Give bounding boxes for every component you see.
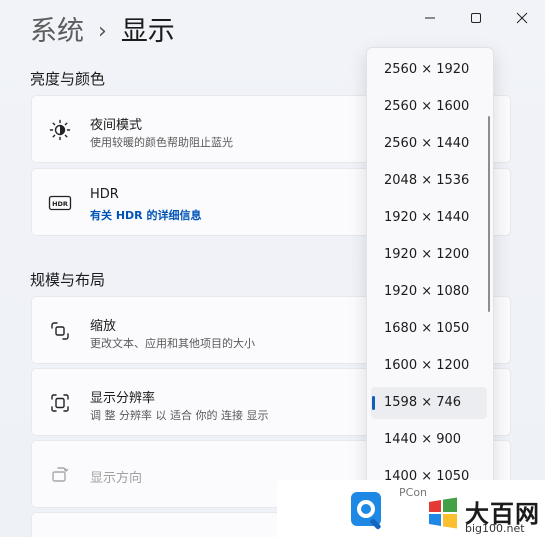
magnifier-logo-icon — [351, 492, 381, 530]
close-icon — [516, 12, 528, 24]
breadcrumb-separator-icon: › — [98, 19, 107, 44]
night-light-subtitle: 使用较暖的颜色帮助阻止蓝光 — [90, 136, 233, 149]
resolution-option[interactable]: 1920 × 1440 — [371, 202, 487, 234]
resolution-option-selected[interactable]: 1598 × 746 — [371, 387, 487, 419]
window-controls — [407, 0, 545, 36]
maximize-button[interactable] — [453, 0, 499, 36]
windows-logo-icon — [429, 497, 457, 529]
watermark: PCon 大百网 big100.net — [277, 480, 545, 537]
resolution-option[interactable]: 1600 × 1200 — [371, 350, 487, 382]
resolution-option[interactable]: 2560 × 1920 — [371, 54, 487, 86]
scale-title: 缩放 — [90, 319, 117, 334]
section-title-scale-layout: 规模与布局 — [30, 271, 106, 289]
resolution-option[interactable]: 1680 × 1050 — [371, 313, 487, 345]
scale-subtitle: 更改文本、应用和其他项目的大小 — [90, 337, 255, 350]
resolution-icon — [48, 391, 72, 415]
resolution-option[interactable]: 2048 × 1536 — [371, 165, 487, 197]
resolution-dropdown[interactable]: 2560 × 1920 2560 × 1600 2560 × 1440 2048… — [366, 47, 494, 537]
hdr-info-link[interactable]: 有关 HDR 的详细信息 — [90, 207, 201, 223]
resolution-title: 显示分辨率 — [90, 391, 156, 406]
resolution-option[interactable]: 2560 × 1440 — [371, 128, 487, 160]
night-light-title: 夜间模式 — [90, 118, 143, 133]
watermark-url: big100.net — [465, 522, 525, 535]
orientation-icon — [48, 463, 72, 487]
settings-window: 系统 › 显示 亮度与颜色 夜间模式 使用较暖的颜色帮助阻止蓝光 HDR HDR… — [0, 0, 545, 537]
orientation-title: 显示方向 — [90, 471, 143, 486]
maximize-icon — [471, 13, 481, 23]
resolution-option[interactable]: 2560 × 1600 — [371, 91, 487, 123]
page-title: 显示 — [120, 16, 175, 47]
minimize-button[interactable] — [407, 0, 453, 36]
scale-icon — [48, 319, 72, 343]
section-title-brightness: 亮度与颜色 — [30, 70, 106, 88]
resolution-option[interactable]: 1440 × 900 — [371, 424, 487, 456]
dropdown-scrollbar[interactable] — [488, 116, 490, 312]
breadcrumb-parent[interactable]: 系统 — [30, 14, 84, 50]
watermark-brand-small: PCon — [399, 486, 428, 499]
hdr-icon: HDR — [48, 191, 72, 215]
breadcrumb: 系统 › 显示 — [30, 14, 175, 50]
resolution-option[interactable]: 1920 × 1080 — [371, 276, 487, 308]
svg-text:HDR: HDR — [52, 200, 68, 208]
hdr-title: HDR — [90, 187, 119, 202]
resolution-subtitle: 调 整 分辨率 以 适合 你的 连接 显示 — [90, 409, 269, 422]
sun-brightness-icon — [48, 118, 72, 142]
selection-indicator — [372, 396, 375, 410]
close-button[interactable] — [499, 0, 545, 36]
resolution-option-label: 1598 × 746 — [384, 395, 462, 410]
minimize-icon — [425, 17, 435, 19]
resolution-option[interactable]: 1920 × 1200 — [371, 239, 487, 271]
